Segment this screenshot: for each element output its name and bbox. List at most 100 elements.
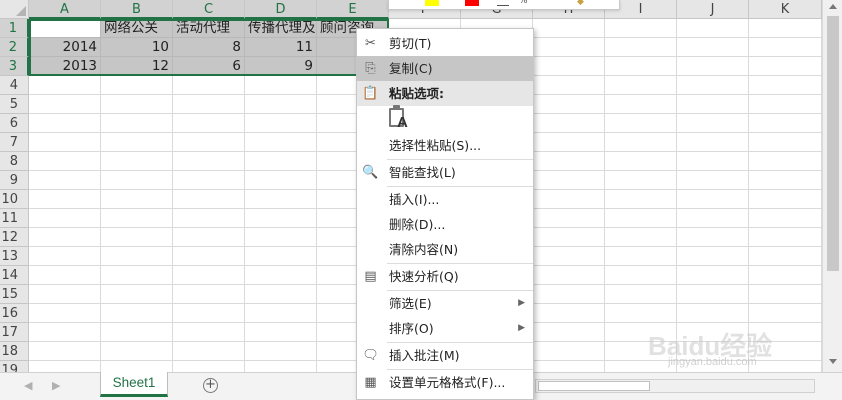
empty-cell[interactable]	[101, 342, 173, 361]
scroll-down-icon[interactable]	[829, 359, 837, 364]
empty-cell[interactable]	[533, 19, 605, 38]
empty-cell[interactable]	[245, 133, 317, 152]
empty-cell[interactable]	[749, 304, 822, 323]
empty-cell[interactable]	[605, 228, 677, 247]
row-header-11[interactable]: 11	[0, 209, 29, 228]
empty-cell[interactable]	[533, 361, 605, 372]
empty-cell[interactable]	[533, 76, 605, 95]
empty-cell[interactable]	[749, 57, 822, 76]
row-header-3[interactable]: 3	[0, 57, 29, 76]
scroll-up-icon[interactable]	[829, 4, 837, 9]
empty-cell[interactable]	[101, 171, 173, 190]
empty-cell[interactable]	[101, 361, 173, 372]
menu-item-quick-analysis[interactable]: ▤ 快速分析(Q)	[357, 264, 533, 289]
empty-cell[interactable]	[173, 361, 245, 372]
empty-cell[interactable]	[533, 38, 605, 57]
empty-cell[interactable]	[605, 19, 677, 38]
empty-cell[interactable]	[173, 228, 245, 247]
empty-cell[interactable]	[749, 247, 822, 266]
row-header-17[interactable]: 17	[0, 323, 29, 342]
menu-item-insert-comment[interactable]: 🗨 插入批注(M)	[357, 343, 533, 368]
menu-item-copy[interactable]: ⎘ 复制(C)	[357, 56, 533, 81]
row-header-10[interactable]: 10	[0, 190, 29, 209]
empty-cell[interactable]	[533, 114, 605, 133]
empty-cell[interactable]	[29, 114, 101, 133]
empty-cell[interactable]	[101, 266, 173, 285]
border-icon[interactable]	[497, 5, 509, 6]
empty-cell[interactable]	[101, 285, 173, 304]
empty-cell[interactable]	[173, 247, 245, 266]
empty-cell[interactable]	[173, 76, 245, 95]
menu-item-filter[interactable]: 筛选(E) ▶	[357, 291, 533, 316]
empty-cell[interactable]	[605, 266, 677, 285]
empty-cell[interactable]	[245, 228, 317, 247]
empty-cell[interactable]	[245, 304, 317, 323]
empty-cell[interactable]	[245, 190, 317, 209]
empty-cell[interactable]	[605, 114, 677, 133]
empty-cell[interactable]	[749, 95, 822, 114]
empty-cell[interactable]	[749, 266, 822, 285]
empty-cell[interactable]	[605, 76, 677, 95]
empty-cell[interactable]	[29, 285, 101, 304]
empty-cell[interactable]	[605, 38, 677, 57]
empty-cell[interactable]	[533, 171, 605, 190]
empty-cell[interactable]	[245, 76, 317, 95]
empty-cell[interactable]	[173, 209, 245, 228]
empty-cell[interactable]	[749, 209, 822, 228]
empty-cell[interactable]	[173, 342, 245, 361]
column-header-b[interactable]: B	[101, 0, 173, 19]
empty-cell[interactable]	[749, 133, 822, 152]
empty-cell[interactable]	[533, 266, 605, 285]
cell-a3[interactable]: 2013	[29, 57, 101, 76]
empty-cell[interactable]	[749, 38, 822, 57]
empty-cell[interactable]	[29, 342, 101, 361]
empty-cell[interactable]	[749, 190, 822, 209]
empty-cell[interactable]	[101, 95, 173, 114]
row-header-8[interactable]: 8	[0, 152, 29, 171]
horizontal-scroll-thumb[interactable]	[538, 381, 650, 391]
empty-cell[interactable]	[677, 304, 749, 323]
empty-cell[interactable]	[533, 342, 605, 361]
empty-cell[interactable]	[245, 285, 317, 304]
cell-a2[interactable]: 2014	[29, 38, 101, 57]
cell-c1[interactable]: 活动代理	[173, 19, 245, 38]
empty-cell[interactable]	[29, 209, 101, 228]
empty-cell[interactable]	[29, 76, 101, 95]
empty-cell[interactable]	[101, 323, 173, 342]
empty-cell[interactable]	[245, 152, 317, 171]
empty-cell[interactable]	[749, 76, 822, 95]
empty-cell[interactable]	[677, 19, 749, 38]
empty-cell[interactable]	[101, 304, 173, 323]
cell-b2[interactable]: 10	[101, 38, 173, 57]
empty-cell[interactable]	[533, 228, 605, 247]
empty-cell[interactable]	[101, 228, 173, 247]
row-header-6[interactable]: 6	[0, 114, 29, 133]
font-color-swatch[interactable]	[465, 0, 479, 6]
empty-cell[interactable]	[173, 304, 245, 323]
empty-cell[interactable]	[677, 171, 749, 190]
empty-cell[interactable]	[101, 76, 173, 95]
menu-item-clear-contents[interactable]: 清除内容(N)	[357, 237, 533, 262]
menu-item-paste-special[interactable]: 选择性粘贴(S)...	[357, 133, 533, 158]
mini-toolbar[interactable]: % ◆	[388, 0, 620, 10]
empty-cell[interactable]	[29, 361, 101, 372]
row-header-16[interactable]: 16	[0, 304, 29, 323]
cell-b1[interactable]: 网络公关	[101, 19, 173, 38]
empty-cell[interactable]	[29, 171, 101, 190]
menu-item-smart-lookup[interactable]: 🔍 智能查找(L)	[357, 160, 533, 185]
empty-cell[interactable]	[29, 228, 101, 247]
vertical-scroll-thumb[interactable]	[827, 16, 839, 271]
cell-c3[interactable]: 6	[173, 57, 245, 76]
empty-cell[interactable]	[749, 19, 822, 38]
empty-cell[interactable]	[101, 114, 173, 133]
empty-cell[interactable]	[677, 114, 749, 133]
empty-cell[interactable]	[101, 133, 173, 152]
empty-cell[interactable]	[749, 152, 822, 171]
empty-cell[interactable]	[605, 209, 677, 228]
empty-cell[interactable]	[533, 95, 605, 114]
empty-cell[interactable]	[677, 38, 749, 57]
cell-d3[interactable]: 9	[245, 57, 317, 76]
empty-cell[interactable]	[677, 190, 749, 209]
empty-cell[interactable]	[533, 304, 605, 323]
cell-c2[interactable]: 8	[173, 38, 245, 57]
